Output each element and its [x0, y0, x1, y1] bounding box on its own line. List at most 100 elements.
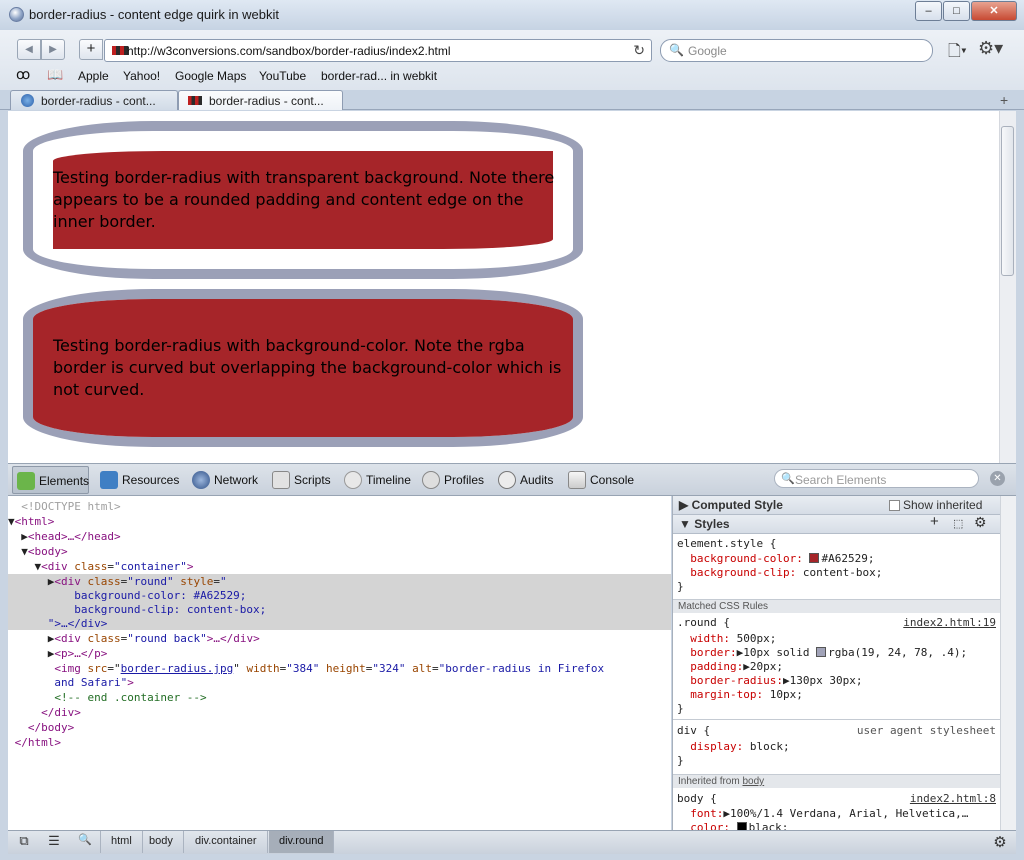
dom-node-body-close[interactable]: </body>: [8, 720, 671, 735]
property-name: padding:: [690, 660, 744, 673]
devtools-settings-icon[interactable]: ⚙: [988, 833, 1012, 851]
inherited-body-link[interactable]: body: [742, 776, 764, 787]
breadcrumb-div-round[interactable]: div.round: [269, 831, 335, 853]
computed-style-header[interactable]: ▶ Computed Style Show inherited: [673, 496, 1000, 515]
search-placeholder: Google: [688, 44, 727, 58]
color-swatch[interactable]: [809, 553, 820, 563]
search-elements-input[interactable]: 🔍 Search Elements: [774, 469, 979, 488]
attr-name: class: [74, 560, 108, 573]
bookmark-border-radius[interactable]: border-rad... in webkit: [321, 69, 437, 83]
color-swatch[interactable]: [816, 647, 827, 657]
bookmarks-book-icon[interactable]: 📖: [47, 67, 63, 83]
element-state-icon[interactable]: ⬚: [953, 517, 963, 531]
bookmark-google-maps[interactable]: Google Maps: [175, 69, 246, 83]
search-field[interactable]: 🔍 Google: [660, 39, 933, 62]
bookmark-youtube[interactable]: YouTube: [259, 69, 306, 83]
round-source-link[interactable]: index2.html:19: [903, 616, 996, 630]
style-decl[interactable]: color: black;: [677, 821, 788, 830]
close-button[interactable]: ✕: [971, 1, 1017, 21]
page-menu-icon[interactable]: 🗋▾: [948, 40, 967, 67]
bookmark-apple[interactable]: Apple: [78, 69, 109, 83]
dom-node-doctype[interactable]: <!DOCTYPE html>: [8, 499, 671, 514]
style-decl[interactable]: background-clip: content-box;: [677, 566, 882, 580]
tag-close: >…</div>: [206, 632, 260, 645]
dom-node-body[interactable]: ▼<body>: [8, 544, 671, 559]
tab-console[interactable]: Console: [564, 466, 634, 494]
property-name: font:: [690, 807, 724, 820]
dom-node-div-close[interactable]: </div>: [8, 705, 671, 720]
window-frame-right: [1016, 111, 1024, 860]
tab-timeline[interactable]: Timeline: [340, 466, 412, 494]
maximize-button[interactable]: □: [943, 1, 970, 21]
show-inherited-toggle[interactable]: Show inherited: [889, 498, 982, 512]
tab-elements[interactable]: Elements: [12, 466, 89, 494]
new-tab-icon[interactable]: +: [1000, 92, 1008, 108]
style-decl[interactable]: border:▶10px solid rgba(19, 24, 78, .4);: [677, 646, 967, 660]
style-decl[interactable]: border-radius:▶130px 30px;: [677, 674, 862, 688]
property-name: background-clip:: [690, 566, 797, 579]
tab-audits[interactable]: Audits: [494, 466, 556, 494]
dom-node-comment[interactable]: <!-- end .container -->: [8, 690, 671, 705]
url-text[interactable]: http://w3conversions.com/sandbox/border-…: [127, 44, 451, 58]
back-button[interactable]: ◀: [17, 39, 41, 60]
styles-scrollbar[interactable]: [1000, 496, 1016, 830]
breadcrumb-div-container[interactable]: div.container: [185, 831, 268, 853]
tab-scripts[interactable]: Scripts: [268, 466, 334, 494]
dom-node-round-back[interactable]: ▶<div class="round back">…</div>: [8, 631, 671, 646]
dom-round-line2: background-color: #A62529;: [8, 588, 671, 603]
breadcrumb-html[interactable]: html: [100, 831, 143, 853]
console-toggle-icon[interactable]: ☰: [42, 833, 66, 851]
minimize-button[interactable]: –: [915, 1, 942, 21]
bookmark-yahoo[interactable]: Yahoo!: [123, 69, 160, 83]
dom-node-p[interactable]: ▶<p>…</p>: [8, 646, 671, 661]
styles-label: Styles: [694, 517, 730, 531]
property-value: content-box;: [802, 566, 883, 579]
box1-text: Testing border-radius with transparent b…: [53, 168, 555, 231]
style-decl[interactable]: margin-top: 10px;: [677, 688, 803, 702]
tag-open: <img: [54, 662, 81, 675]
tab-favicon-icon: [188, 96, 202, 105]
dom-node-container[interactable]: ▼<div class="container">: [8, 559, 671, 574]
show-inherited-checkbox[interactable]: [889, 500, 900, 511]
color-swatch[interactable]: [736, 822, 747, 830]
property-value: black;: [748, 821, 789, 830]
page-scrollbar-thumb[interactable]: [1001, 126, 1014, 276]
settings-menu-icon[interactable]: ⚙▾: [978, 38, 1003, 59]
user-agent-source: user agent stylesheet: [856, 724, 996, 737]
img-src-link[interactable]: border-radius.jpg: [121, 662, 234, 675]
attr-value: "384": [286, 662, 320, 675]
tab-profiles[interactable]: Profiles: [418, 466, 484, 494]
style-decl[interactable]: padding:▶20px;: [677, 660, 783, 674]
style-decl[interactable]: font:▶100%/1.4 Verdana, Arial, Helvetica…: [677, 807, 968, 821]
search-elements-placeholder: Search Elements: [795, 473, 887, 487]
dom-round-line1: ▶<div class="round" style=": [8, 575, 227, 588]
matched-rules-header: Matched CSS Rules: [673, 599, 1000, 613]
new-rule-icon[interactable]: +: [930, 514, 939, 529]
dom-tree[interactable]: <!DOCTYPE html> ▼<html> ▶<head>…</head> …: [8, 496, 671, 830]
close-devtools-icon[interactable]: ✕: [990, 471, 1005, 486]
div-close-tag: </div>: [41, 706, 81, 719]
tab-1[interactable]: border-radius - cont...: [10, 90, 178, 110]
attr-name: src: [87, 662, 108, 675]
address-bar[interactable]: http://w3conversions.com/sandbox/border-…: [104, 39, 652, 62]
tab-resources[interactable]: Resources: [96, 466, 180, 494]
dom-node-head[interactable]: ▶<head>…</head>: [8, 529, 671, 544]
dock-toggle-icon[interactable]: ⧉: [12, 833, 36, 851]
styles-settings-icon[interactable]: ⚙: [974, 515, 987, 529]
style-decl[interactable]: display: block;: [677, 740, 789, 754]
reload-icon[interactable]: ↻: [633, 42, 645, 59]
style-decl[interactable]: background-color: #A62529;: [677, 552, 874, 566]
style-decl[interactable]: width: 500px;: [677, 632, 776, 646]
dom-node-html-close[interactable]: </html>: [8, 735, 671, 750]
add-bookmark-button[interactable]: +: [79, 39, 103, 60]
styles-header[interactable]: ▼ Styles + ⬚ ⚙: [673, 514, 1000, 534]
inspect-search-icon[interactable]: 🔍: [73, 833, 97, 851]
tab-2[interactable]: border-radius - cont...: [178, 90, 343, 110]
forward-button[interactable]: ▶: [41, 39, 65, 60]
tab-network[interactable]: Network: [188, 466, 260, 494]
body-source-link[interactable]: index2.html:8: [910, 792, 996, 806]
dom-node-img[interactable]: <img src="border-radius.jpg" width="384"…: [8, 661, 671, 676]
reader-glasses-icon[interactable]: ꝏ: [16, 66, 30, 83]
breadcrumb-body[interactable]: body: [139, 831, 184, 853]
dom-node-html[interactable]: ▼<html>: [8, 514, 671, 529]
